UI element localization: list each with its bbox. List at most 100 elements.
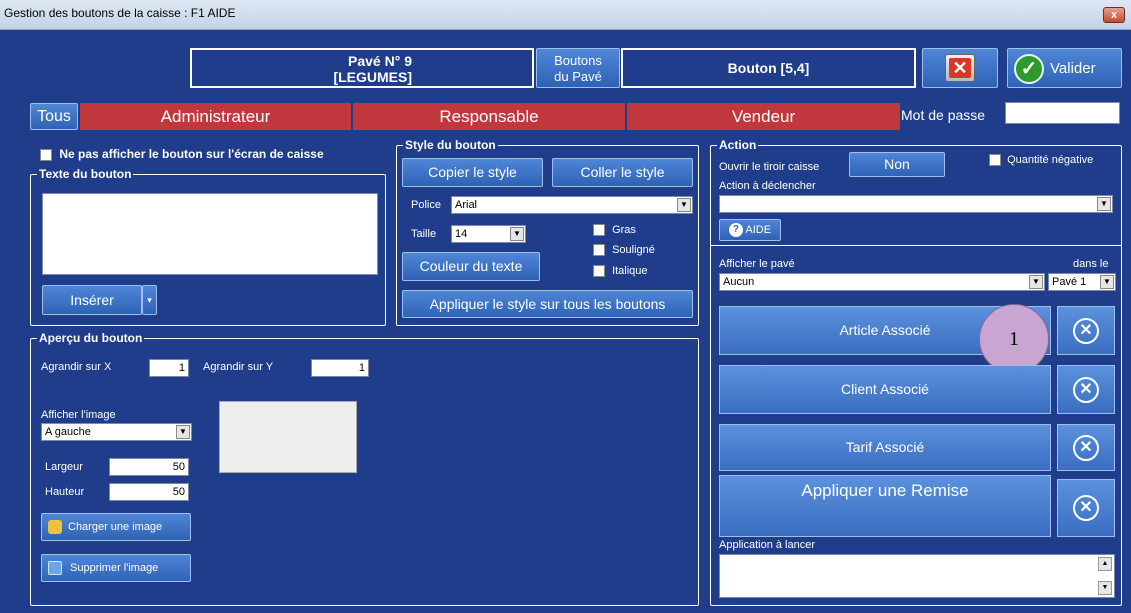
- pave-info: Pavé N° 9 [LEGUMES]: [190, 48, 534, 88]
- agrandir-x-input[interactable]: 1: [149, 359, 189, 377]
- cancel-button[interactable]: ✕: [922, 48, 998, 88]
- window-close-button[interactable]: x: [1103, 7, 1125, 23]
- tarif-associe-button[interactable]: Tarif Associé: [719, 424, 1051, 471]
- gras-checkbox[interactable]: [593, 224, 605, 237]
- image-icon: [48, 520, 62, 535]
- remove-icon: ✕: [1073, 434, 1099, 461]
- image-position-select[interactable]: A gauche ▼: [41, 423, 192, 441]
- check-icon: ✓: [1014, 54, 1044, 84]
- preview-image: [219, 401, 357, 473]
- hide-label: Ne pas afficher le bouton sur l'écran de…: [59, 147, 324, 161]
- gras-option[interactable]: Gras: [593, 224, 636, 237]
- hide-button-option[interactable]: Ne pas afficher le bouton sur l'écran de…: [40, 147, 324, 161]
- divider: [711, 245, 1121, 246]
- bouton-position: Bouton [5,4]: [621, 48, 916, 88]
- taille-value: 14: [455, 228, 468, 240]
- style-du-bouton-group: Style du bouton Copier le style Coller l…: [396, 138, 699, 326]
- valider-button[interactable]: ✓ Valider: [1007, 48, 1122, 88]
- valider-label: Valider: [1050, 60, 1096, 77]
- chevron-down-icon: ▼: [510, 227, 524, 241]
- pave-number: Pavé N° 9: [348, 53, 412, 69]
- apercu-group-title: Aperçu du bouton: [37, 331, 145, 345]
- dans-pave-select[interactable]: Pavé 1 ▼: [1048, 273, 1116, 291]
- action-group: Action Ouvrir le tiroir caisse Non Quant…: [710, 138, 1122, 606]
- ouvrir-tiroir-toggle[interactable]: Non: [849, 152, 945, 177]
- ouvrir-tiroir-label: Ouvrir le tiroir caisse: [719, 161, 820, 173]
- application-input[interactable]: ▲ ▼: [719, 554, 1115, 598]
- tab-administrateur[interactable]: Administrateur: [80, 103, 352, 130]
- mot-de-passe-input[interactable]: [1005, 102, 1120, 124]
- pave-name: [LEGUMES]: [333, 69, 412, 85]
- afficher-pave-label: Afficher le pavé: [719, 258, 795, 270]
- quantite-negative-checkbox[interactable]: [989, 154, 1001, 167]
- chevron-down-icon: ▼: [176, 425, 190, 439]
- scroll-down-icon[interactable]: ▼: [1098, 581, 1112, 595]
- window: Gestion des boutons de la caisse : F1 AI…: [0, 0, 1131, 613]
- help-icon: ?: [728, 223, 743, 238]
- callout-marker: 1: [979, 304, 1049, 374]
- charger-image-label: Charger une image: [68, 521, 163, 533]
- chevron-down-icon: ▼: [1100, 275, 1114, 289]
- remove-tarif-button[interactable]: ✕: [1057, 424, 1115, 471]
- couleur-texte-button[interactable]: Couleur du texte: [402, 252, 540, 281]
- mot-de-passe-label: Mot de passe: [901, 107, 986, 123]
- remove-icon: ✕: [1073, 376, 1099, 403]
- largeur-label: Largeur: [45, 461, 83, 473]
- souligne-checkbox[interactable]: [593, 244, 605, 257]
- client-associe-button[interactable]: Client Associé: [719, 365, 1051, 414]
- copier-style-button[interactable]: Copier le style: [402, 158, 543, 187]
- agrandir-x-label: Agrandir sur X: [41, 361, 112, 373]
- quantite-negative-option[interactable]: Quantité négative: [989, 154, 1094, 167]
- appliquer-remise-button[interactable]: Appliquer une Remise: [719, 475, 1051, 537]
- tab-tous[interactable]: Tous: [30, 103, 78, 130]
- hide-checkbox[interactable]: [40, 148, 52, 161]
- supprimer-image-label: Supprimer l'image: [70, 562, 159, 574]
- dans-pave-value: Pavé 1: [1052, 276, 1087, 288]
- aide-label: AIDE: [745, 224, 772, 236]
- agrandir-y-label: Agrandir sur Y: [203, 361, 274, 373]
- souligne-label: Souligné: [612, 244, 655, 256]
- police-select[interactable]: Arial ▼: [451, 196, 693, 214]
- quantite-negative-label: Quantité négative: [1007, 154, 1094, 166]
- boutons-du-pave-button[interactable]: Boutons du Pavé: [536, 48, 620, 88]
- aide-button[interactable]: ? AIDE: [719, 219, 781, 241]
- texte-du-bouton-group: Texte du bouton Insérer ▾: [30, 167, 386, 326]
- pave-select[interactable]: Aucun ▼: [719, 273, 1045, 291]
- italique-option[interactable]: Italique: [593, 265, 648, 278]
- action-declencher-label: Action à déclencher: [719, 180, 816, 192]
- remove-article-button[interactable]: ✕: [1057, 306, 1115, 355]
- texte-group-title: Texte du bouton: [37, 167, 134, 181]
- chevron-down-icon: ▼: [1029, 275, 1043, 289]
- texte-textarea[interactable]: [42, 193, 378, 275]
- supprimer-image-button[interactable]: Supprimer l'image: [41, 554, 191, 582]
- action-group-title: Action: [717, 138, 759, 152]
- scroll-up-icon[interactable]: ▲: [1098, 557, 1112, 571]
- remove-remise-button[interactable]: ✕: [1057, 479, 1115, 537]
- largeur-input[interactable]: 50: [109, 458, 189, 476]
- italique-checkbox[interactable]: [593, 265, 605, 278]
- hauteur-label: Hauteur: [45, 486, 85, 498]
- cancel-icon: ✕: [945, 54, 975, 82]
- style-group-title: Style du bouton: [403, 138, 498, 152]
- tab-vendeur[interactable]: Vendeur: [627, 103, 900, 130]
- souligne-option[interactable]: Souligné: [593, 244, 655, 257]
- coller-style-button[interactable]: Coller le style: [552, 158, 693, 187]
- hauteur-input[interactable]: 50: [109, 483, 189, 501]
- chevron-down-icon: ▼: [677, 198, 691, 212]
- agrandir-y-input[interactable]: 1: [311, 359, 369, 377]
- charger-image-button[interactable]: Charger une image: [41, 513, 191, 541]
- window-title: Gestion des boutons de la caisse : F1 AI…: [4, 6, 236, 20]
- inserer-button[interactable]: Insérer: [42, 285, 142, 315]
- application-label: Application à lancer: [719, 539, 816, 551]
- inserer-dropdown-button[interactable]: ▾: [142, 285, 157, 315]
- appliquer-style-button[interactable]: Appliquer le style sur tous les boutons: [402, 290, 693, 318]
- taille-select[interactable]: 14 ▼: [451, 225, 526, 243]
- remove-icon: ✕: [1073, 495, 1099, 521]
- title-bar: Gestion des boutons de la caisse : F1 AI…: [0, 0, 1131, 30]
- taille-label: Taille: [411, 228, 437, 240]
- tab-responsable[interactable]: Responsable: [353, 103, 626, 130]
- remove-client-button[interactable]: ✕: [1057, 365, 1115, 414]
- action-select[interactable]: ▼: [719, 195, 1113, 213]
- gras-label: Gras: [612, 224, 636, 236]
- delete-image-icon: [48, 561, 62, 576]
